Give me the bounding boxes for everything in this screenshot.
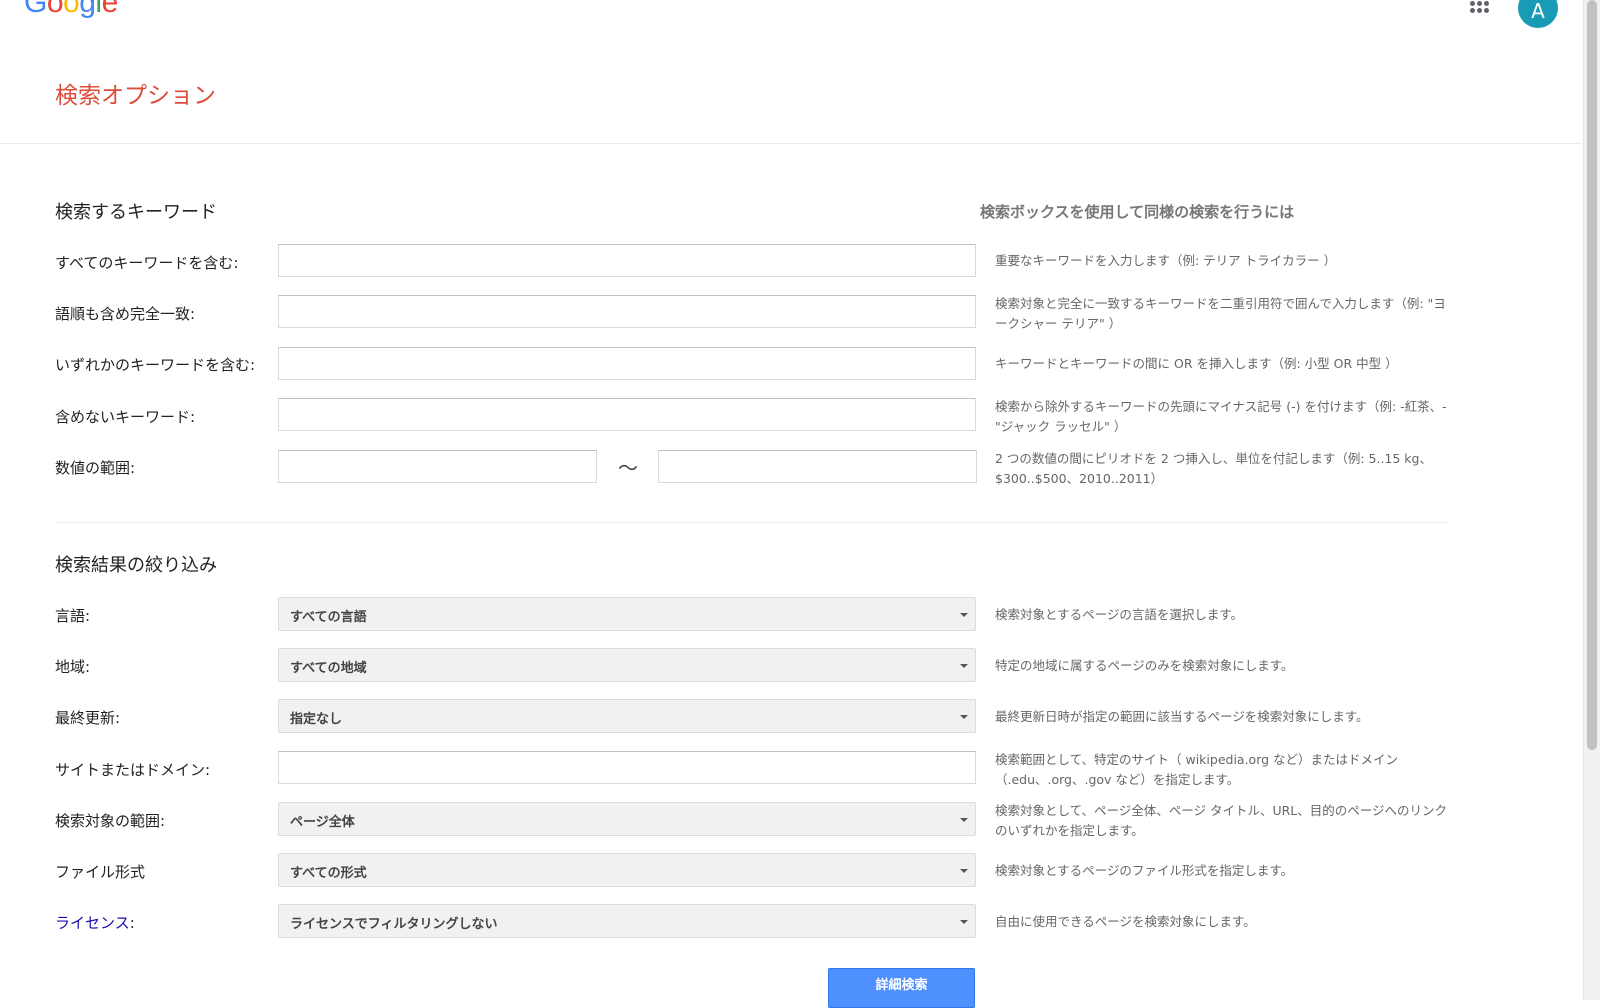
- terms-appearing-select[interactable]: ページ全体: [278, 802, 976, 836]
- logo-letter: g: [79, 0, 96, 19]
- site-input[interactable]: [278, 751, 976, 784]
- range-to-input[interactable]: [658, 450, 977, 483]
- any-words-input[interactable]: [278, 347, 976, 380]
- chevron-down-icon: [960, 920, 968, 924]
- all-words-hint: 重要なキーワードを入力します（例: テリア トライカラー ）: [995, 253, 1337, 268]
- site-label: サイトまたはドメイン:: [55, 761, 211, 779]
- exact-phrase-hint: 検索対象と完全に一致するキーワードを二重引用符で囲んで入力します（例: "ヨーク…: [995, 296, 1446, 331]
- range-separator: 〜: [618, 456, 638, 480]
- header-divider: [0, 143, 1582, 144]
- region-hint: 特定の地域に属するページのみを検索対象にします。: [995, 658, 1294, 673]
- number-range-hint: 2 つの数値の間にピリオドを 2 つ挿入し、単位を付記します（例: 5..15 …: [995, 451, 1432, 486]
- logo-letter: G: [24, 0, 47, 19]
- howto-title: 検索ボックスを使用して同様の検索を行うには: [980, 203, 1295, 221]
- range-from-input[interactable]: [278, 450, 597, 483]
- license-select[interactable]: ライセンスでフィルタリングしない: [278, 904, 976, 938]
- chevron-down-icon: [960, 715, 968, 719]
- logo-letter: o: [63, 0, 80, 19]
- advanced-search-button[interactable]: 詳細検索: [828, 968, 975, 1008]
- exact-phrase-input[interactable]: [278, 295, 976, 328]
- terms-appearing-select-value: ページ全体: [290, 815, 355, 830]
- exact-phrase-label: 語順も含め完全一致:: [55, 305, 196, 323]
- any-words-label: いずれかのキーワードを含む:: [55, 356, 256, 374]
- scrollbar-thumb[interactable]: [1587, 0, 1597, 750]
- none-words-hint: 検索から除外するキーワードの先頭にマイナス記号 (-) を付けます（例: -紅茶…: [995, 399, 1447, 434]
- page-title: 検索オプション: [55, 83, 216, 109]
- site-hint: 検索範囲として、特定のサイト（ wikipedia.org など）またはドメイン…: [995, 752, 1399, 787]
- language-select-value: すべての言語: [290, 610, 367, 625]
- filter-section-title: 検索結果の絞り込み: [55, 555, 217, 576]
- scrollbar[interactable]: [1583, 0, 1600, 1000]
- chevron-down-icon: [960, 613, 968, 617]
- license-colon: :: [129, 914, 135, 932]
- region-label: 地域:: [55, 658, 91, 676]
- apps-grid-icon[interactable]: [1470, 0, 1490, 14]
- none-words-label: 含めないキーワード:: [55, 408, 196, 426]
- language-label: 言語:: [55, 607, 91, 625]
- region-select-value: すべての地域: [290, 661, 367, 676]
- license-select-value: ライセンスでフィルタリングしない: [290, 917, 498, 932]
- logo-letter: e: [101, 0, 119, 19]
- license-link[interactable]: ライセンス: [55, 914, 130, 932]
- terms-appearing-label: 検索対象の範囲:: [55, 812, 166, 830]
- all-words-input[interactable]: [278, 244, 976, 277]
- last-update-label: 最終更新:: [55, 709, 121, 727]
- last-update-hint: 最終更新日時が指定の範囲に該当するページを検索対象にします。: [995, 709, 1369, 724]
- keywords-section-title: 検索するキーワード: [55, 202, 217, 223]
- language-hint: 検索対象とするページの言語を選択します。: [995, 607, 1244, 622]
- last-update-select[interactable]: 指定なし: [278, 699, 976, 733]
- number-range-label: 数値の範囲:: [55, 459, 136, 477]
- file-type-select-value: すべての形式: [290, 866, 367, 881]
- last-update-select-value: 指定なし: [290, 712, 343, 727]
- logo-letter: o: [46, 0, 64, 19]
- chevron-down-icon: [960, 818, 968, 822]
- google-logo[interactable]: Google: [24, 0, 118, 20]
- chevron-down-icon: [960, 869, 968, 873]
- terms-appearing-hint: 検索対象として、ページ全体、ページ タイトル、URL、目的のページへのリンクのい…: [995, 803, 1448, 838]
- any-words-hint: キーワードとキーワードの間に OR を挿入します（例: 小型 OR 中型 ）: [995, 356, 1398, 371]
- region-select[interactable]: すべての地域: [278, 648, 976, 682]
- license-label[interactable]: ライセンス:: [55, 912, 135, 933]
- account-avatar[interactable]: A: [1518, 0, 1558, 28]
- chevron-down-icon: [960, 664, 968, 668]
- all-words-label: すべてのキーワードを含む:: [55, 254, 239, 272]
- license-hint: 自由に使用できるページを検索対象にします。: [995, 914, 1256, 929]
- file-type-label: ファイル形式: [55, 863, 146, 881]
- file-type-hint: 検索対象とするページのファイル形式を指定します。: [995, 863, 1294, 878]
- section-divider: [55, 522, 1449, 523]
- none-words-input[interactable]: [278, 398, 976, 431]
- language-select[interactable]: すべての言語: [278, 597, 976, 631]
- file-type-select[interactable]: すべての形式: [278, 853, 976, 887]
